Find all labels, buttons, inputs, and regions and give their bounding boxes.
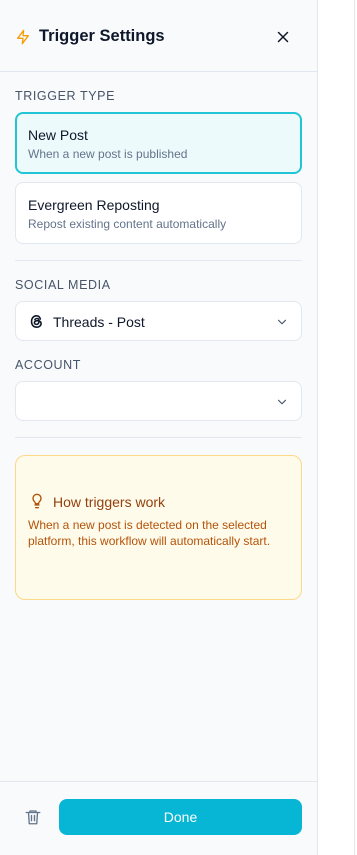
trash-icon[interactable]: [24, 808, 42, 826]
section-divider: [15, 437, 302, 438]
lightbulb-icon: [32, 493, 42, 509]
panel-footer: Done: [0, 781, 318, 855]
info-body: When a new post is detected on the selec…: [28, 518, 271, 548]
trigger-info-callout: How triggers work When a new post is det…: [15, 455, 302, 600]
close-icon[interactable]: [274, 28, 292, 46]
account-label: ACCOUNT: [15, 358, 82, 372]
chevron-down-icon: [277, 319, 287, 325]
social-media-value: Threads - Post: [53, 314, 145, 330]
panel-title: Trigger Settings: [39, 27, 165, 45]
trigger-option-evergreen-reposting[interactable]: Evergreen Reposting Repost existing cont…: [15, 182, 302, 244]
trigger-option-new-post[interactable]: New Post When a new post is published: [15, 112, 302, 174]
canvas-border: [354, 0, 355, 855]
social-media-select[interactable]: Threads - Post: [15, 301, 302, 341]
option-description: Repost existing content automatically: [28, 217, 227, 231]
option-description: When a new post is published: [28, 147, 188, 161]
trigger-settings-panel: Trigger Settings TRIGGER TYPE New Post W…: [0, 0, 318, 855]
info-title: How triggers work: [53, 494, 166, 510]
option-title: Evergreen Reposting: [28, 197, 160, 213]
lightning-bolt-icon: [17, 29, 29, 45]
option-title: New Post: [28, 127, 88, 143]
section-divider: [15, 260, 302, 261]
canvas-edge: [318, 0, 357, 855]
panel-header: Trigger Settings: [0, 0, 318, 72]
done-button[interactable]: Done: [59, 799, 302, 835]
account-select[interactable]: [15, 381, 302, 421]
social-media-label: SOCIAL MEDIA: [15, 278, 111, 292]
trigger-type-label: TRIGGER TYPE: [15, 89, 116, 103]
threads-icon: [30, 315, 42, 328]
chevron-down-icon: [277, 399, 287, 405]
